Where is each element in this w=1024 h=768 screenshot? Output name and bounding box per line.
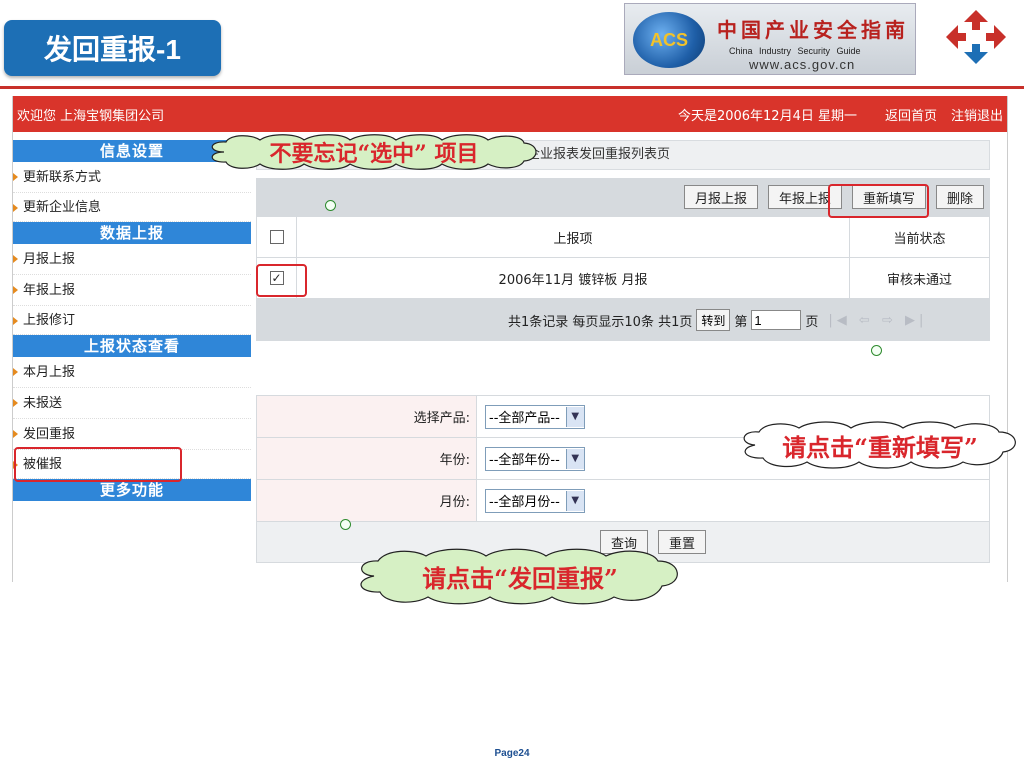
- form-row-month: 月份: --全部月份-- ▼: [256, 479, 990, 522]
- sidebar-item-unreported[interactable]: 未报送: [13, 388, 251, 419]
- pagination-summary: 共1条记录 每页显示10条 共1页: [508, 314, 693, 330]
- sidebar-item-urged[interactable]: 被催报: [13, 450, 251, 479]
- table-row[interactable]: ✓ 2006年11月 镀锌板 月报 审核未通过: [256, 257, 990, 299]
- sidebar-item-company[interactable]: 更新企业信息: [13, 193, 251, 222]
- pagination-arrows-icon: |◀ ⇦ ⇨ ▶|: [828, 312, 928, 328]
- brand-name-en: China Industry Security Guide: [729, 46, 861, 56]
- sidebar-item-yearly[interactable]: 年报上报: [13, 275, 251, 306]
- header-divider: [0, 86, 1024, 89]
- column-header-status: 当前状态: [849, 216, 990, 258]
- sidebar-section-more[interactable]: 更多功能: [13, 479, 251, 501]
- page-prefix: 第: [734, 314, 748, 330]
- table-header-row: 上报项 当前状态: [256, 216, 990, 258]
- top-bar: 欢迎您 上海宝钢集团公司 今天是2006年12月4日 星期一 返回首页 注销退出: [13, 96, 1007, 132]
- page-input[interactable]: [751, 310, 802, 330]
- row-checkbox[interactable]: ✓: [269, 271, 284, 285]
- chevron-down-icon: ▼: [565, 448, 584, 469]
- month-label: 月份:: [256, 479, 477, 522]
- chevron-down-icon: ▼: [565, 406, 584, 427]
- row-select-cell: ✓: [256, 257, 297, 299]
- refill-button[interactable]: 重新填写: [851, 185, 926, 209]
- chevron-down-icon: ▼: [565, 490, 584, 511]
- callout-click-refill-text: 请点击“重新填写”: [782, 432, 978, 462]
- home-link[interactable]: 返回首页: [885, 105, 937, 124]
- logout-link[interactable]: 注销退出: [951, 105, 1003, 124]
- slide-title: 发回重报-1: [4, 20, 221, 76]
- select-all-cell: [256, 216, 297, 258]
- sidebar-section-status[interactable]: 上报状态查看: [13, 335, 251, 357]
- callout-click-refill: 请点击“重新填写”: [737, 420, 1023, 470]
- brand-logo-icon: [946, 10, 1006, 64]
- month-select[interactable]: --全部月份-- ▼: [485, 488, 585, 513]
- welcome-text: 欢迎您 上海宝钢集团公司: [17, 108, 165, 124]
- month-cell: --全部月份-- ▼: [476, 479, 990, 522]
- column-header-item: 上报项: [296, 216, 850, 258]
- brand-name-cn: 中国产业安全指南: [717, 18, 909, 42]
- product-label: 选择产品:: [256, 395, 477, 438]
- monthly-report-button[interactable]: 月报上报: [683, 185, 758, 209]
- sidebar-item-this-month[interactable]: 本月上报: [13, 357, 251, 388]
- year-select-value: --全部年份--: [489, 453, 560, 468]
- delete-button[interactable]: 删除: [935, 185, 984, 209]
- annotation-dot: [325, 200, 336, 211]
- callout-select-reminder-text: 不要忘记“选中” 项目: [269, 141, 479, 167]
- callout-click-returned-text: 请点击“发回重报”: [422, 563, 618, 593]
- report-table: 上报项 当前状态 ✓ 2006年11月 镀锌板 月报 审核未通过: [256, 216, 990, 299]
- sidebar-section-data[interactable]: 数据上报: [13, 222, 251, 244]
- callout-select-reminder: 不要忘记“选中” 项目: [204, 133, 544, 171]
- sidebar-item-monthly[interactable]: 月报上报: [13, 244, 251, 275]
- row-item: 2006年11月 镀锌板 月报: [296, 257, 850, 299]
- page-number: Page24: [494, 748, 530, 759]
- page-suffix: 页: [805, 314, 819, 330]
- date-text: 今天是2006年12月4日 星期一: [677, 108, 857, 124]
- annotation-dot: [871, 345, 882, 356]
- brand-url: www.acs.gov.cn: [749, 57, 856, 72]
- goto-button[interactable]: 转到: [696, 309, 731, 331]
- sidebar-item-returned[interactable]: 发回重报: [13, 419, 251, 450]
- month-select-value: --全部月份--: [489, 495, 560, 510]
- product-select-value: --全部产品--: [489, 411, 560, 426]
- product-select[interactable]: --全部产品-- ▼: [485, 404, 585, 429]
- year-select[interactable]: --全部年份-- ▼: [485, 446, 585, 471]
- brand-banner: ACS 中国产业安全指南 China Industry Security Gui…: [624, 3, 916, 75]
- select-all-checkbox[interactable]: [269, 230, 284, 244]
- callout-click-returned: 请点击“发回重报”: [352, 546, 688, 606]
- toolbar: 月报上报 年报上报 重新填写 删除: [256, 178, 990, 216]
- annotation-dot: [340, 519, 351, 530]
- year-label: 年份:: [256, 437, 477, 480]
- yearly-report-button[interactable]: 年报上报: [767, 185, 842, 209]
- pagination-bar: 共1条记录 每页显示10条 共1页 转到 第 页 |◀ ⇦ ⇨ ▶|: [256, 299, 990, 341]
- sidebar-item-revise[interactable]: 上报修订: [13, 306, 251, 335]
- sidebar: 信息设置 更新联系方式 更新企业信息 数据上报 月报上报 年报上报 上报修订 上…: [13, 140, 251, 501]
- row-status: 审核未通过: [849, 257, 990, 299]
- globe-icon: ACS: [633, 12, 705, 68]
